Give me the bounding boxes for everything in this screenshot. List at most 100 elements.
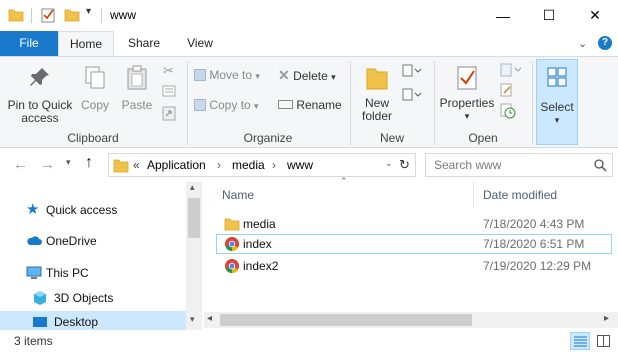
tab-view[interactable]: View <box>174 31 226 56</box>
open-group-label: Open <box>468 131 498 145</box>
rename-label: Rename <box>296 98 342 112</box>
nav-label: This PC <box>46 266 89 280</box>
item-count: 3 items <box>14 334 53 348</box>
move-to-button[interactable]: Move to ▾ <box>194 69 270 87</box>
copy-path-icon[interactable] <box>162 85 176 97</box>
address-overflow[interactable]: « <box>133 158 140 172</box>
window-title: www <box>110 8 136 22</box>
back-arrow-icon[interactable]: ← <box>13 156 28 173</box>
tab-file[interactable]: File <box>0 31 58 56</box>
large-icons-view-button[interactable] <box>594 332 614 350</box>
scroll-right-icon[interactable]: ▸ <box>604 313 609 324</box>
nav-item-3d-objects[interactable]: 3D Objects <box>0 287 186 309</box>
column-divider[interactable] <box>473 182 474 208</box>
chevron-down-icon[interactable]: ⌄ <box>385 158 393 169</box>
forward-arrow-icon[interactable]: → <box>40 156 55 173</box>
select-label: Select <box>540 100 574 114</box>
tab-home[interactable]: Home <box>58 31 114 57</box>
nav-item-quick-access[interactable]: ★ Quick access <box>0 199 186 221</box>
chevron-down-icon: ▾ <box>255 71 260 81</box>
large-icons-view-icon <box>597 335 610 347</box>
file-name: index <box>243 237 272 251</box>
pin-icon <box>30 68 49 86</box>
rename-button[interactable]: Rename <box>278 99 344 117</box>
scroll-left-icon[interactable]: ◂ <box>207 313 212 324</box>
nav-label: Quick access <box>46 203 118 217</box>
refresh-icon[interactable]: ↻ <box>399 157 410 173</box>
select-button[interactable]: Select ▾ <box>536 59 578 145</box>
nav-scrollbar[interactable]: ▴ ▾ <box>186 182 202 330</box>
minimize-button[interactable]: — <box>480 0 526 31</box>
column-header-name[interactable]: Name <box>222 188 254 202</box>
horizontal-scrollbar[interactable]: ◂ ▸ <box>204 312 618 328</box>
divider <box>101 8 102 23</box>
breadcrumb-separator-icon[interactable]: › <box>217 158 221 172</box>
search-input[interactable]: Search www <box>434 158 501 172</box>
history-icon[interactable] <box>500 103 516 119</box>
paste-shortcut-icon[interactable] <box>162 105 176 121</box>
scrollbar-thumb[interactable] <box>188 198 200 238</box>
breadcrumb-separator-icon[interactable]: › <box>272 158 276 172</box>
scrollbar-thumb[interactable] <box>220 314 472 326</box>
pin-to-quick-access-button[interactable]: Pin to Quick access <box>4 65 76 129</box>
close-button[interactable]: ✕ <box>572 0 618 31</box>
new-folder-icon <box>366 68 388 90</box>
edit-icon[interactable] <box>500 83 514 97</box>
nav-item-onedrive[interactable]: OneDrive <box>0 230 186 252</box>
collapse-ribbon-icon[interactable]: ⌄ <box>578 37 587 50</box>
delete-button[interactable]: ✕ Delete ▾ <box>278 68 344 87</box>
file-name: index2 <box>243 259 279 273</box>
folder-icon <box>8 9 24 22</box>
cut-icon[interactable]: ✂ <box>163 63 174 79</box>
up-arrow-icon[interactable]: ↑ <box>85 154 93 172</box>
navigation-row: ← → ▾ ↑ « Application › media › www ⌄ ↻ … <box>0 148 618 182</box>
paste-label: Paste <box>121 98 153 112</box>
recent-locations-icon[interactable]: ▾ <box>66 157 71 168</box>
breadcrumb-media[interactable]: media <box>232 158 265 172</box>
qat-dropdown-icon[interactable]: ▾ <box>86 6 91 17</box>
scroll-down-icon[interactable]: ▾ <box>190 314 195 325</box>
move-to-label: Move to <box>209 68 253 82</box>
pin-label-line2: access <box>21 111 59 125</box>
new-folder-button[interactable]: New folder <box>356 65 398 129</box>
nav-item-this-pc[interactable]: This PC <box>0 262 186 284</box>
chevron-down-icon: ▾ <box>331 72 336 82</box>
open-icon[interactable] <box>500 63 524 77</box>
address-bar[interactable]: « Application › media › www ⌄ ↻ <box>108 153 416 177</box>
file-row[interactable]: index2 7/19/2020 12:29 PM <box>216 256 612 276</box>
scroll-up-icon[interactable]: ▴ <box>190 182 195 193</box>
tab-share[interactable]: Share <box>118 31 170 56</box>
copy-to-label: Copy to <box>209 98 251 112</box>
status-bar: 3 items <box>0 330 618 352</box>
cloud-icon <box>27 236 42 245</box>
navigation-pane: ★ Quick access OneDrive This PC 3D Objec… <box>0 182 202 333</box>
new-item-icon[interactable] <box>402 63 422 79</box>
copy-button[interactable]: Copy <box>78 65 112 125</box>
clipboard-group-label: Clipboard <box>67 131 119 145</box>
file-row[interactable]: index 7/18/2020 6:51 PM <box>216 234 612 254</box>
properties-button[interactable]: Properties ▾ <box>438 65 496 133</box>
chevron-down-icon: ▾ <box>464 111 470 121</box>
help-icon[interactable]: ? <box>598 36 612 50</box>
file-row[interactable]: media 7/18/2020 4:43 PM <box>216 214 612 234</box>
paste-button[interactable]: Paste <box>118 65 156 125</box>
properties-checkmark-icon[interactable] <box>40 7 56 23</box>
column-header-date-modified[interactable]: Date modified <box>483 188 557 202</box>
search-box[interactable]: Search www <box>425 153 613 177</box>
copy-to-button[interactable]: Copy to ▾ <box>194 99 270 117</box>
properties-icon <box>457 66 477 90</box>
easy-access-icon[interactable] <box>402 87 422 103</box>
breadcrumb-application[interactable]: Application <box>147 158 206 172</box>
paste-icon <box>127 65 147 90</box>
details-view-button[interactable] <box>570 332 590 350</box>
file-name: media <box>243 217 276 231</box>
new-folder-icon[interactable] <box>64 7 80 23</box>
star-icon: ★ <box>26 201 40 218</box>
divider <box>31 8 32 23</box>
close-icon: ✕ <box>589 7 601 23</box>
copy-icon <box>85 66 105 89</box>
maximize-button[interactable]: ☐ <box>526 0 572 31</box>
details-view-icon <box>574 336 587 347</box>
breadcrumb-www[interactable]: www <box>287 158 313 172</box>
new-group-label: New <box>379 131 404 145</box>
